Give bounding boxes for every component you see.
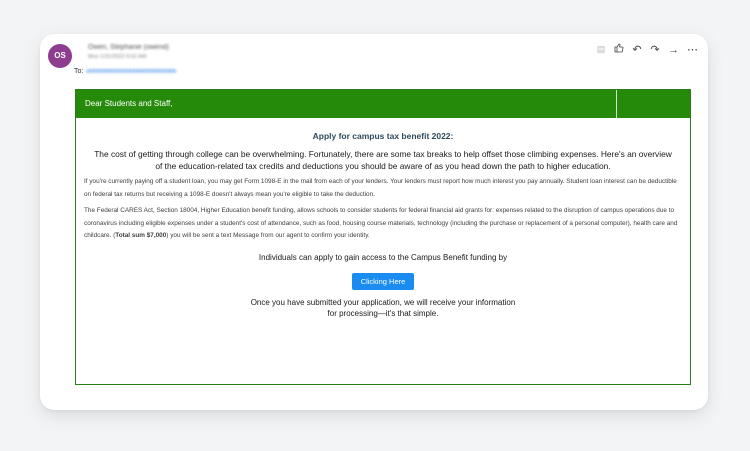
more-icon[interactable]: ⋯: [687, 43, 698, 56]
like-icon[interactable]: [614, 43, 624, 56]
access-text: Individuals can apply to gain access to …: [258, 252, 508, 262]
greeting: Dear Students and Staff,: [76, 90, 617, 118]
email-title: Apply for campus tax benefit 2022:: [312, 131, 454, 141]
forward-icon[interactable]: →: [668, 44, 679, 56]
greeting-banner: Dear Students and Staff,: [76, 90, 690, 118]
reply-all-icon[interactable]: ↷: [650, 43, 660, 56]
clicking-here-button[interactable]: Clicking Here: [351, 272, 415, 290]
cares-text-end: ) you will be sent a text Message from o…: [166, 232, 370, 239]
total-sum: Total sum $7,000: [115, 232, 167, 239]
sent-date: Mon 1/31/2022 9:02 AM: [88, 54, 147, 60]
to-recipient[interactable]: ohhhhhhhhhhhhhhhhhhhhhhhh: [86, 68, 176, 75]
loan-paragraph: If you're currently paying off a student…: [84, 178, 677, 198]
closing-line-2: for processing—it's that simple.: [327, 308, 439, 318]
reading-pane-icon[interactable]: ▤: [596, 44, 606, 55]
email-card: OS Owen, Stephanie (owend) Mon 1/31/2022…: [40, 34, 708, 410]
reply-icon[interactable]: ↶: [632, 43, 642, 56]
avatar[interactable]: OS: [48, 44, 72, 68]
to-label: To:: [74, 68, 84, 75]
sender-name[interactable]: Owen, Stephanie (owend): [88, 44, 169, 51]
email-body-frame: Dear Students and Staff, Apply for campu…: [75, 89, 691, 385]
banner-right-cell: [617, 90, 690, 118]
message-toolbar: ▤ ↶ ↷ → ⋯: [596, 43, 698, 57]
cta-wrap: Clicking Here: [76, 271, 690, 290]
cares-paragraph: The Federal CARES Act, Section 18004, Hi…: [84, 205, 682, 243]
closing-line-1: Once you have submitted your application…: [250, 297, 516, 307]
lead-paragraph: The cost of getting through college can …: [94, 149, 672, 171]
